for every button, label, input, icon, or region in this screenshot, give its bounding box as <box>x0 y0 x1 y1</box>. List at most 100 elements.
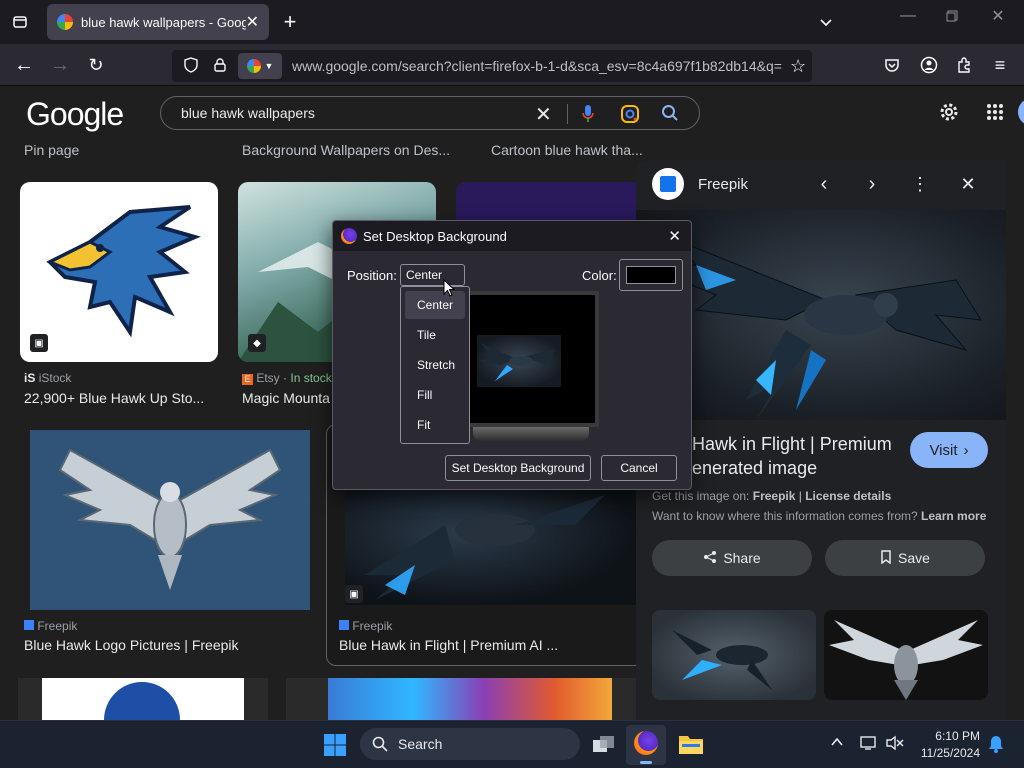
istock-icon: iS <box>24 371 36 385</box>
share-button[interactable]: Share <box>652 540 812 576</box>
close-window-icon[interactable]: ✕ <box>986 4 1010 28</box>
preview-monitor <box>463 291 599 443</box>
back-icon[interactable]: ← <box>12 53 36 77</box>
search-box[interactable]: blue hawk wallpapers ✕ <box>160 96 700 130</box>
clock-time[interactable]: 6:10 PM <box>930 729 980 743</box>
result-image-colorful <box>328 678 612 720</box>
info-line: Want to know where this information come… <box>652 509 987 523</box>
result-image-white-logo <box>42 678 244 720</box>
dialog-titlebar[interactable]: Set Desktop Background ✕ <box>333 221 691 251</box>
task-view-icon[interactable] <box>591 733 617 757</box>
result-image-hawk-logo[interactable]: ▣ <box>20 182 218 362</box>
google-logo[interactable]: Google <box>26 96 124 133</box>
result-title[interactable]: Blue Hawk in Flight | Premium AI ... <box>339 637 629 653</box>
preview-image <box>477 335 561 387</box>
result-image-row3-1[interactable] <box>18 678 268 720</box>
panel-title-line2[interactable]: enerated image <box>692 458 817 479</box>
result-image-row3-2[interactable] <box>286 678 636 720</box>
result-caption[interactable]: Background Wallpapers on Des... <box>242 142 472 158</box>
result-title[interactable]: 22,900+ Blue Hawk Up Sto... <box>24 390 224 406</box>
save-button[interactable]: Save <box>825 540 985 576</box>
freepik-logo-icon <box>652 168 684 200</box>
google-favicon-icon <box>57 14 73 30</box>
reload-icon[interactable]: ↻ <box>84 53 108 77</box>
search-input[interactable]: blue hawk wallpapers <box>181 105 315 121</box>
extensions-icon[interactable] <box>952 53 976 77</box>
close-tab-icon[interactable]: ✕ <box>246 12 259 32</box>
minimize-icon[interactable]: — <box>896 4 920 28</box>
related-hawk-image-1 <box>672 630 772 690</box>
search-icon <box>372 736 388 755</box>
forward-icon[interactable]: → <box>48 53 72 77</box>
image-badge-icon: ▣ <box>30 334 48 352</box>
settings-gear-icon[interactable] <box>937 100 961 124</box>
new-tab-icon[interactable]: + <box>278 9 302 34</box>
chevron-down-icon[interactable] <box>814 10 838 34</box>
result-title[interactable]: Magic Mounta <box>242 390 332 406</box>
close-dialog-icon[interactable]: ✕ <box>668 227 681 245</box>
related-image-2[interactable] <box>824 610 988 700</box>
restore-icon[interactable] <box>940 4 964 28</box>
blue-wing-shape <box>104 682 180 720</box>
lock-icon[interactable] <box>214 57 228 75</box>
share-icon <box>703 550 717 567</box>
mic-icon[interactable] <box>581 104 595 129</box>
show-hidden-icons-icon[interactable] <box>830 735 844 752</box>
result-image-blue-hawk-logo[interactable] <box>30 430 310 610</box>
search-icon[interactable] <box>661 104 679 127</box>
pocket-icon[interactable] <box>880 53 904 77</box>
lens-icon[interactable] <box>620 104 640 129</box>
tracking-shield-icon[interactable] <box>184 56 200 76</box>
tab-list-icon[interactable] <box>8 10 32 34</box>
option-fill[interactable]: Fill <box>405 381 465 409</box>
option-fit[interactable]: Fit <box>405 411 465 439</box>
position-select[interactable]: Center <box>400 264 465 286</box>
browser-tab[interactable]: blue hawk wallpapers - Google ✕ <box>47 4 269 40</box>
apps-grid-icon[interactable] <box>983 100 1007 124</box>
notification-bell-icon[interactable] <box>988 735 1004 758</box>
previous-icon[interactable]: ‹ <box>812 172 836 196</box>
set-desktop-background-button[interactable]: Set Desktop Background <box>445 455 591 481</box>
result-source-freepik[interactable]: Freepik <box>339 619 392 633</box>
result-image-hawk-in-flight <box>345 485 637 605</box>
result-source-etsy[interactable]: E Etsy · In stock <box>242 371 332 385</box>
panel-title[interactable]: Hawk in Flight | Premium <box>692 434 892 455</box>
result-source-freepik[interactable]: Freepik <box>24 619 77 633</box>
file-explorer-icon[interactable] <box>678 733 704 755</box>
result-title[interactable]: Blue Hawk Logo Pictures | Freepik <box>24 637 304 653</box>
image-badge-icon: ▣ <box>345 585 363 603</box>
option-tile[interactable]: Tile <box>405 321 465 349</box>
clear-icon[interactable]: ✕ <box>535 102 552 127</box>
result-caption[interactable]: Cartoon blue hawk tha... <box>491 142 651 158</box>
option-center[interactable]: Center <box>405 291 465 319</box>
google-icon <box>246 59 261 73</box>
color-picker-button[interactable] <box>619 259 683 291</box>
cancel-button[interactable]: Cancel <box>601 455 677 481</box>
menu-icon[interactable]: ≡ <box>988 53 1012 77</box>
search-engine-button[interactable]: ▼ <box>238 53 282 79</box>
more-options-icon[interactable]: ⋮ <box>908 172 932 196</box>
clock-date[interactable]: 11/25/2024 <box>910 746 980 760</box>
tab-bar: blue hawk wallpapers - Google ✕ + — ✕ <box>0 0 1024 44</box>
url-bar[interactable]: ▼ www.google.com/search?client=firefox-b… <box>172 50 812 82</box>
network-icon[interactable] <box>860 735 878 756</box>
panel-source-name[interactable]: Freepik <box>698 176 748 193</box>
divider <box>567 104 568 124</box>
volume-muted-icon[interactable] <box>886 735 904 756</box>
visit-button[interactable]: Visit › <box>910 432 988 468</box>
firefox-taskbar-icon[interactable] <box>626 725 666 765</box>
result-source-istock[interactable]: iS iStock <box>24 371 71 385</box>
etsy-icon: E <box>242 374 253 385</box>
windows-start-icon[interactable] <box>323 733 347 757</box>
url-text[interactable]: www.google.com/search?client=firefox-b-1… <box>292 58 782 74</box>
account-icon[interactable] <box>917 53 941 77</box>
get-image-line: Get this image on: Freepik | License det… <box>652 489 892 503</box>
next-icon[interactable]: › <box>860 172 884 196</box>
option-stretch[interactable]: Stretch <box>405 351 465 379</box>
result-caption[interactable]: Pin page <box>24 142 224 158</box>
freepik-icon <box>339 620 349 630</box>
close-panel-icon[interactable]: ✕ <box>956 172 980 196</box>
bookmark-star-icon[interactable]: ☆ <box>790 56 806 77</box>
taskbar-search-box[interactable]: Search <box>360 728 580 760</box>
related-image-1[interactable] <box>652 610 816 700</box>
